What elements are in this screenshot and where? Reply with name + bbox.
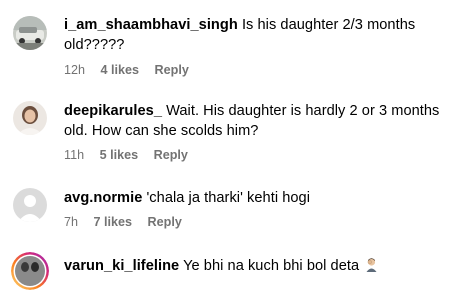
likes-count[interactable]: 5 likes xyxy=(100,148,139,162)
comment-meta: 7h 7 likes Reply xyxy=(64,215,194,229)
man-facepalming-emoji xyxy=(365,257,378,272)
car-photo-avatar[interactable] xyxy=(13,16,47,50)
comment-meta: 12h 4 likes Reply xyxy=(64,63,201,77)
reply-button[interactable]: Reply xyxy=(148,215,182,229)
reply-button[interactable]: Reply xyxy=(155,63,189,77)
username[interactable]: deepikarules_ xyxy=(64,103,162,119)
likes-count[interactable]: 4 likes xyxy=(101,63,140,77)
comment-text-block: deepikarules_ Wait. His daughter is hard… xyxy=(64,101,460,141)
timestamp[interactable]: 11h xyxy=(64,148,84,162)
comment-text-block: avg.normie 'chala ja tharki' kehti hogi xyxy=(64,188,460,208)
comment-text-block: i_am_shaambhavi_singh Is his daughter 2/… xyxy=(64,15,460,55)
story-ring-avatar[interactable] xyxy=(11,252,49,290)
default-user-avatar[interactable] xyxy=(13,188,47,222)
comment-text: 'chala ja tharki' kehti hogi xyxy=(146,190,311,206)
person-photo-avatar[interactable] xyxy=(13,101,47,135)
timestamp[interactable]: 7h xyxy=(64,215,78,229)
comment-text-block: varun_ki_lifeline Ye bhi na kuch bhi bol… xyxy=(64,256,460,276)
likes-count[interactable]: 7 likes xyxy=(94,215,133,229)
comment-text: Ye bhi na kuch bhi bol deta xyxy=(183,258,360,274)
comment-meta: 11h 5 likes Reply xyxy=(64,148,200,162)
reply-button[interactable]: Reply xyxy=(154,148,188,162)
username[interactable]: i_am_shaambhavi_singh xyxy=(64,17,238,33)
username[interactable]: avg.normie xyxy=(64,190,142,206)
timestamp[interactable]: 12h xyxy=(64,63,85,77)
username[interactable]: varun_ki_lifeline xyxy=(64,258,179,274)
